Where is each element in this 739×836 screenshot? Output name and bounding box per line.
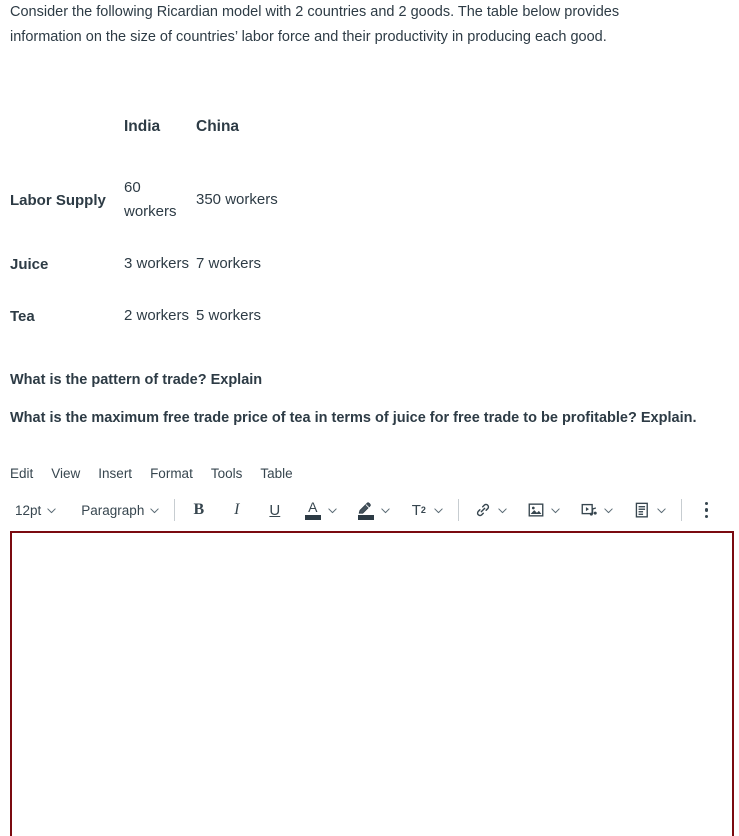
cell-labor-supply-china: 350 workers (196, 191, 278, 208)
menu-item-view[interactable]: View (51, 463, 91, 484)
chevron-down-icon[interactable] (497, 505, 508, 516)
editor-menubar: Edit View Insert Format Tools Table (0, 457, 739, 489)
kebab-menu-icon (696, 500, 716, 520)
cell-juice-china: 7 workers (196, 255, 262, 272)
cell-labor-supply-india: 60 workers (124, 179, 177, 220)
font-size-dropdown[interactable]: 12pt (10, 496, 62, 524)
bold-icon: B (193, 501, 205, 518)
menu-item-tools[interactable]: Tools (211, 463, 254, 484)
document-icon (632, 501, 651, 520)
insert-link-button[interactable] (468, 496, 513, 524)
highlight-color-button[interactable] (351, 496, 396, 524)
italic-button[interactable]: I (222, 496, 251, 524)
row-label-tea: Tea (10, 307, 35, 325)
rich-text-editor: Edit View Insert Format Tools Table 12pt… (0, 457, 739, 836)
highlight-color-swatch (357, 514, 374, 520)
question-2: What is the maximum free trade price of … (10, 410, 697, 426)
text-color-icon: A (303, 498, 322, 520)
chevron-down-icon[interactable] (327, 505, 338, 516)
chevron-down-icon[interactable] (656, 505, 667, 516)
row-label-labor-supply: Labor Supply (10, 191, 106, 209)
media-icon (579, 501, 598, 520)
underline-button[interactable]: U (260, 496, 289, 524)
menu-item-table[interactable]: Table (260, 463, 303, 484)
chevron-down-icon (46, 505, 57, 516)
cell-juice-india: 3 workers (124, 255, 190, 272)
highlighter-icon (356, 501, 375, 520)
editor-content-area[interactable] (10, 531, 734, 836)
table-row: Labor Supply 60 workers 350 workers (10, 162, 278, 238)
text-color-button[interactable]: A (298, 496, 343, 524)
chevron-down-icon[interactable] (433, 505, 444, 516)
text-color-swatch (304, 514, 321, 520)
more-options-button[interactable] (691, 496, 721, 524)
bold-button[interactable]: B (184, 496, 213, 524)
menu-item-insert[interactable]: Insert (98, 463, 143, 484)
cell-tea-india: 2 workers (124, 307, 190, 324)
superscript-button[interactable]: T2 (404, 496, 449, 524)
editor-toolbar: 12pt Paragraph B I U A T 2 (0, 489, 739, 531)
toolbar-separator (681, 499, 683, 521)
labor-productivity-table: India China Labor Supply 60 workers 350 … (10, 110, 278, 342)
table-row: Tea 2 workers 5 workers (10, 290, 278, 342)
toolbar-separator (174, 499, 176, 521)
question-prompt: Consider the following Ricardian model w… (0, 0, 739, 50)
text-color-letter: A (308, 498, 318, 515)
italic-icon: I (234, 501, 240, 518)
underline-icon: U (269, 501, 281, 519)
block-format-dropdown[interactable]: Paragraph (76, 496, 165, 524)
table-header-row: India China (10, 110, 278, 162)
row-label-juice: Juice (10, 255, 49, 273)
menu-item-edit[interactable]: Edit (10, 463, 44, 484)
insert-media-button[interactable] (574, 496, 619, 524)
superscript-letter: T (411, 501, 421, 519)
cell-tea-china: 5 workers (196, 307, 262, 324)
prompt-line-1: Consider the following Ricardian model w… (10, 4, 620, 20)
link-icon (473, 501, 492, 520)
table-header-india: India (124, 118, 161, 135)
chevron-down-icon[interactable] (550, 505, 561, 516)
chevron-down-icon[interactable] (603, 505, 614, 516)
menu-item-format[interactable]: Format (150, 463, 204, 484)
prompt-line-2: information on the size of countries’ la… (10, 29, 607, 45)
insert-image-button[interactable] (521, 496, 566, 524)
image-icon (526, 501, 545, 520)
chevron-down-icon (149, 505, 160, 516)
table-row: Juice 3 workers 7 workers (10, 238, 278, 290)
superscript-icon: T2 (409, 501, 428, 520)
question-1: What is the pattern of trade? Explain (10, 372, 263, 388)
insert-document-button[interactable] (627, 496, 672, 524)
table-corner-cell (10, 110, 124, 162)
toolbar-separator (458, 499, 460, 521)
block-format-value: Paragraph (81, 502, 145, 518)
table-header-china: China (196, 118, 240, 135)
chevron-down-icon[interactable] (380, 505, 391, 516)
questions-block: What is the pattern of trade? Explain Wh… (0, 368, 739, 431)
font-size-value: 12pt (15, 502, 42, 518)
superscript-exponent: 2 (420, 505, 426, 515)
